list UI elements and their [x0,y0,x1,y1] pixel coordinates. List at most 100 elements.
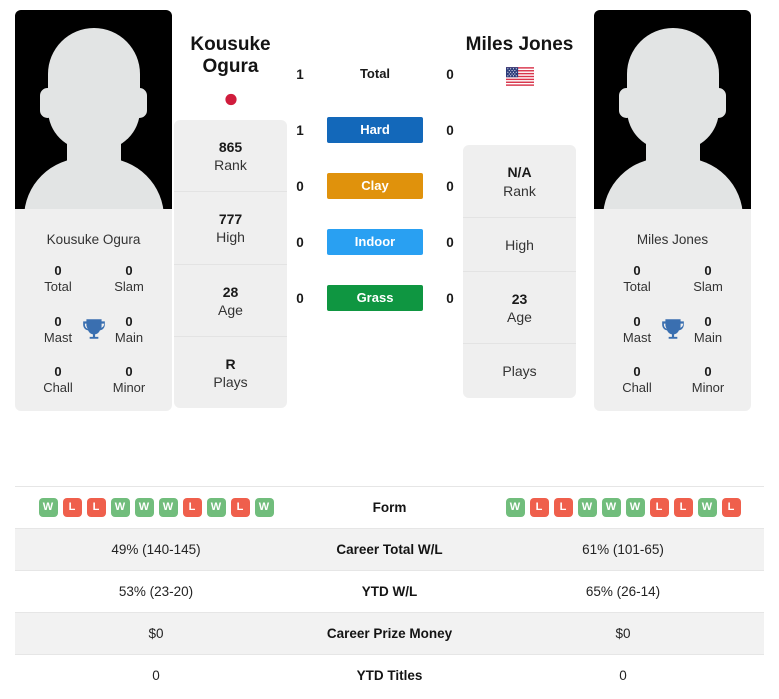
table-row-ytd-wl: 53% (23-20) YTD W/L 65% (26-14) [15,570,764,613]
h2h-right-score-indoor: 0 [446,234,454,250]
form-badge-win: W [601,498,621,517]
right-career-total-wl: 61% (101-65) [482,528,764,571]
right-player-card[interactable]: Miles Jones 0 Total 0 Slam 0 Mast 0 Main… [594,10,751,411]
surface-badge-clay[interactable]: Clay [327,173,423,199]
high-value: 777 [218,211,243,228]
titles-row: 0 Total 0 Slam [600,263,745,296]
title-stat-total: 0 Total [32,263,84,296]
right-player-rank-card: N/A Rank High 23 Age Plays [463,145,576,398]
table-row-form: WLLWWWLWLW Form WLLWWWLLWL [15,486,764,529]
left-player-name: Kousuke Ogura [174,34,287,79]
table-row-ytd-titles: 0 YTD Titles 0 [15,654,764,696]
right-player-info-column: Miles Jones N/A Rank High 23 Age Plays [461,10,578,398]
h2h-left-score-total: 1 [296,66,304,82]
title-stat-label: Total [44,279,72,295]
form-badge-loss: L [721,498,741,517]
h2h-right-score-grass: 0 [446,290,454,306]
right-player-card-name: Miles Jones [636,232,709,247]
title-stat-main: 0 Main [682,314,734,347]
surface-badge-hard[interactable]: Hard [327,117,423,143]
titles-row: 0 Chall 0 Minor [21,364,166,397]
right-age-cell: 23 Age [463,272,576,345]
h2h-right-score-clay: 0 [446,178,454,194]
avatar-right-ear-shape [711,88,726,118]
form-badge-win: W [206,498,226,517]
surface-badge-indoor[interactable]: Indoor [327,229,423,255]
form-badge-win: W [158,498,178,517]
avatar-right-ear-shape [132,88,147,118]
title-stat-label: Mast [622,329,652,345]
form-badge-win: W [697,498,717,517]
age-value: 23 [511,290,528,307]
title-stat-slam: 0 Slam [682,263,734,296]
right-player-avatar [594,10,751,218]
surface-badge-grass[interactable]: Grass [327,285,423,311]
h2h-left-score-grass: 0 [296,290,304,306]
right-player-name: Miles Jones [463,34,576,56]
right-player-flag-wrap [463,67,576,87]
title-stat-label: Chall [622,380,652,396]
left-player-name-line1: Kousuke [190,34,271,55]
form-badge-win: W [625,498,645,517]
left-career-total-wl: 49% (140-145) [15,528,297,571]
rank-label: Rank [503,182,536,199]
title-stat-chall: 0 Chall [32,364,84,397]
title-stat-label: Main [114,329,144,345]
player-stats-table: WLLWWWLWLW Form WLLWWWLLWL 49% (140-145)… [15,486,764,696]
right-player-titles-grid: 0 Total 0 Slam 0 Mast 0 Main 0 Chall 0 M… [594,263,751,411]
row-label-career-total-wl: Career Total W/L [297,528,482,571]
form-badge-loss: L [529,498,549,517]
title-stat-value: 0 [125,313,133,329]
left-player-titles-grid: 0 Total 0 Slam 0 Mast 0 Main 0 Chall 0 M… [15,263,172,411]
titles-row: 0 Mast 0 Main [600,314,745,347]
title-stat-value: 0 [633,364,641,379]
comparison-top-section: Kousuke Ogura 0 Total 0 Slam 0 Mast 0 Ma… [0,0,779,480]
left-plays-cell: R Plays [174,337,287,408]
row-label-ytd-wl: YTD W/L [297,570,482,613]
title-stat-label: Total [623,279,651,295]
right-player-name-line1: Miles Jones [465,34,574,55]
title-stat-mast: 0 Mast [32,314,84,347]
left-player-name-line2: Ogura [202,56,259,78]
form-badge-loss: L [62,498,82,517]
title-stat-slam: 0 Slam [103,263,155,296]
titles-row: 0 Total 0 Slam [21,263,166,296]
rank-label: Rank [214,157,247,173]
avatar-left-ear-shape [619,88,634,118]
right-ytd-wl: 65% (26-14) [482,570,764,613]
table-row-career-total-wl: 49% (140-145) Career Total W/L 61% (101-… [15,528,764,571]
left-rank-cell: 865 Rank [174,120,287,193]
title-stat-value: 0 [704,263,712,278]
right-ytd-titles: 0 [482,654,764,696]
h2h-left-score-clay: 0 [296,178,304,194]
japan-flag-icon [216,89,245,109]
form-badge-loss: L [230,498,250,517]
h2h-left-score-hard: 1 [296,122,304,138]
high-label: High [505,236,534,253]
h2h-left-score-indoor: 0 [296,234,304,250]
title-stat-minor: 0 Minor [103,364,155,397]
h2h-row-total: 1 Total 0 [289,60,461,88]
title-stat-value: 0 [54,263,62,278]
title-stat-value: 0 [54,313,62,329]
title-stat-label: Minor [691,380,725,396]
row-label-career-prize-money: Career Prize Money [297,612,482,655]
title-stat-main: 0 Main [103,314,155,347]
title-stat-value: 0 [125,364,133,379]
right-form-badges: WLLWWWLLWL [482,498,764,517]
title-stat-value: 0 [633,263,641,278]
left-player-rank-card: 865 Rank 777 High 28 Age R Plays [174,119,287,409]
left-career-prize-money: $0 [15,612,297,655]
left-player-flag-wrap [174,89,287,110]
title-stat-total: 0 Total [611,263,663,296]
trophy-icon [82,318,105,339]
left-player-card[interactable]: Kousuke Ogura 0 Total 0 Slam 0 Mast 0 Ma… [15,10,172,411]
left-ytd-wl: 53% (23-20) [15,570,297,613]
title-stat-label: Minor [112,380,146,396]
avatar-base-strip [15,209,172,218]
left-form-badges: WLLWWWLWLW [15,498,297,517]
title-stat-label: Main [693,329,723,345]
form-badge-win: W [577,498,597,517]
titles-row: 0 Mast 0 Main [21,314,166,347]
rank-value: N/A [507,164,532,181]
